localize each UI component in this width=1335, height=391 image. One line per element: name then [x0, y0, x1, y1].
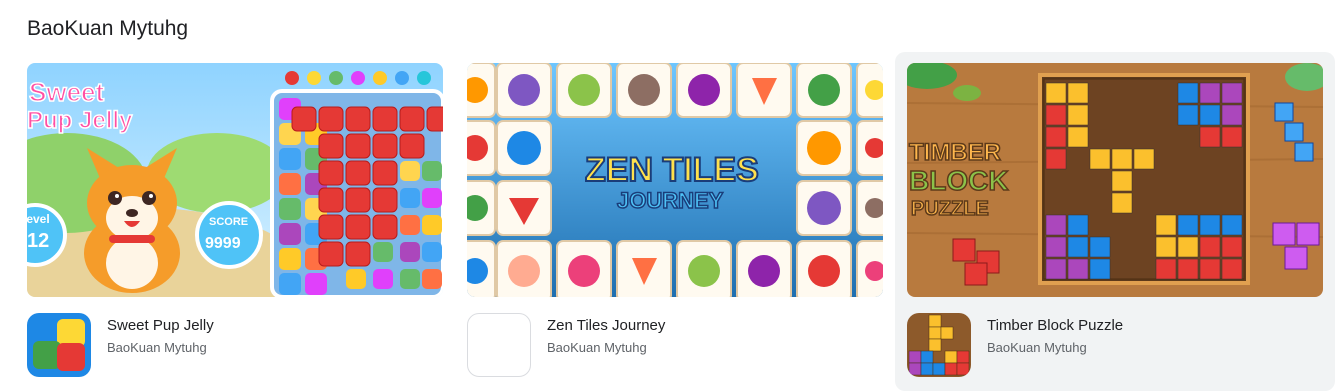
developer-name[interactable]: BaoKuan Mytuhg [547, 339, 647, 357]
app-card-sweet-pup-jelly[interactable]: Level 12 SCORE 9999 Sweet Pup Jelly Swee… [27, 52, 467, 391]
timber-block-banner: TIMBER BLOCK PUZZLE [907, 63, 1323, 297]
banner-title-line2: BLOCK [909, 165, 1009, 196]
banner-title-line2: JOURNEY [617, 188, 724, 213]
app-banner-image[interactable]: ZEN TILES JOURNEY [467, 63, 883, 297]
banner-title-line3: PUZZLE [911, 198, 989, 220]
developer-name[interactable]: BaoKuan Mytuhg [107, 339, 207, 357]
score-value: 9999 [205, 235, 241, 252]
jelly-cubes-icon [27, 313, 91, 377]
banner-title-line1: ZEN TILES [585, 151, 759, 189]
app-card-timber-block-puzzle[interactable]: TIMBER BLOCK PUZZLE Timber Block Puzzle … [895, 52, 1335, 391]
wood-block-icon [907, 313, 971, 377]
banner-title-line2: Pup Jelly [27, 107, 133, 134]
app-banner-image[interactable]: Level 12 SCORE 9999 Sweet Pup Jelly [27, 63, 443, 297]
developer-name[interactable]: BaoKuan Mytuhg [987, 339, 1087, 357]
app-title[interactable]: Sweet Pup Jelly [107, 316, 214, 336]
app-icon[interactable] [27, 313, 91, 377]
sweet-pup-jelly-banner: Level 12 SCORE 9999 Sweet Pup Jelly [27, 63, 443, 297]
level-label: Level [27, 212, 50, 226]
zen-tiles-banner: ZEN TILES JOURNEY [467, 63, 883, 297]
app-banner-image[interactable]: TIMBER BLOCK PUZZLE [907, 63, 1323, 297]
level-value: 12 [27, 230, 49, 252]
banner-title-line1: Sweet [29, 77, 104, 107]
section-title[interactable]: BaoKuan Mytuhg [27, 16, 188, 42]
corgi-illustration [84, 148, 180, 293]
score-label: SCORE [209, 216, 248, 228]
app-title[interactable]: Zen Tiles Journey [547, 316, 665, 336]
app-icon[interactable] [907, 313, 971, 377]
banner-title-line1: TIMBER [909, 139, 1001, 166]
app-card-zen-tiles-journey[interactable]: ZEN TILES JOURNEY Zen Tiles Journey BaoK… [467, 52, 907, 391]
app-title[interactable]: Timber Block Puzzle [987, 316, 1123, 336]
app-icon[interactable] [467, 313, 531, 377]
